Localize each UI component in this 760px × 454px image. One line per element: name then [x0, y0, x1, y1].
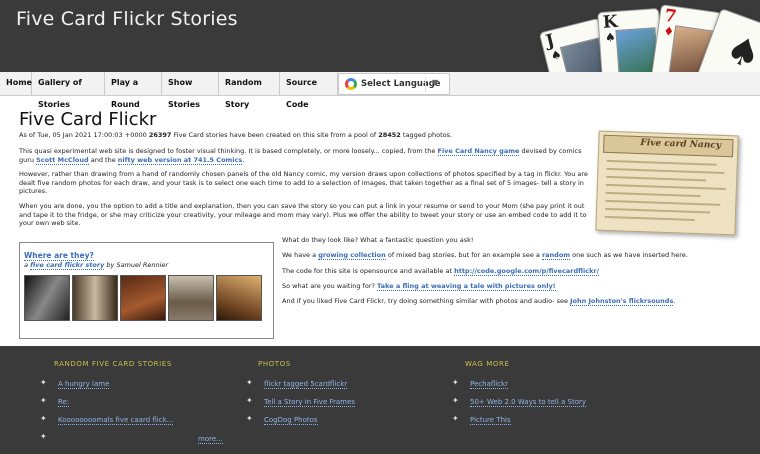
- language-label: Select Language: [361, 79, 441, 89]
- random-story-link[interactable]: random: [541, 251, 571, 260]
- footer-link-picture-this[interactable]: Picture This: [470, 416, 511, 425]
- site-title[interactable]: Five Card Flickr Stories: [16, 8, 238, 30]
- footer-link-re[interactable]: Re:: [58, 398, 70, 407]
- source-code-line: The code for this site is opensource and…: [282, 267, 599, 276]
- five-card-nancy-link[interactable]: Five Card Nancy game: [437, 147, 520, 156]
- take-a-fling-link[interactable]: Take a fling at weaving a tale with pict…: [377, 282, 556, 291]
- footer-heading-random-stories: RANDOM FIVE CARD STORIES: [54, 360, 172, 368]
- star-icon: ✦: [40, 378, 47, 387]
- collection-line: We have a growing collection of mixed ba…: [282, 251, 688, 260]
- growing-collection-link[interactable]: growing collection: [318, 251, 386, 260]
- footer-link-koooomals[interactable]: Koooooooomals five caard flick...: [58, 416, 174, 425]
- star-icon: ✦: [452, 378, 459, 387]
- flickrsounds-line: And if you liked Five Card Flickr, try d…: [282, 297, 676, 306]
- sample-story-box: Where are they? a five card flickr story…: [19, 242, 274, 339]
- google-code-link[interactable]: http://code.google.com/p/fivecardflickr/: [454, 267, 599, 276]
- star-icon: ✦: [40, 414, 47, 423]
- google-icon: [345, 78, 357, 90]
- stats-line: As of Tue, 05 Jan 2021 17:00:03 +0000 26…: [19, 131, 453, 139]
- story-byline: a five card flickr story by Samuel Renni…: [24, 261, 169, 270]
- footer-link-hungry-lame[interactable]: A hungry lame: [58, 380, 110, 389]
- question-line: What do they look like? What a fantastic…: [282, 236, 474, 244]
- footer-link-five-frames[interactable]: Tell a Story in Five Frames: [264, 398, 355, 407]
- page-title: Five Card Flickr: [19, 109, 157, 130]
- site-header: Five Card Flickr Stories J ♠ K ♠ 7 ♦ ♠: [0, 0, 760, 72]
- language-select[interactable]: Select Language ▼: [338, 73, 450, 95]
- footer-link-flickr-tagged[interactable]: flickr tagged 5cardflickr: [264, 380, 348, 389]
- footer-more-link[interactable]: more...: [198, 435, 223, 444]
- star-icon: ✦: [40, 396, 47, 405]
- story-photo-4[interactable]: [168, 275, 214, 321]
- story-photo-3[interactable]: [120, 275, 166, 321]
- nav-home[interactable]: Home: [0, 72, 32, 96]
- star-icon: ✦: [246, 414, 253, 423]
- nifty-web-version-link[interactable]: nifty web version at 741.5 Comics: [117, 155, 243, 165]
- comic-title: Five card Nancy: [640, 138, 722, 151]
- spade-icon: ♠: [719, 25, 760, 72]
- scott-mccloud-link[interactable]: Scott McCloud: [36, 155, 89, 165]
- story-photo-2[interactable]: [72, 275, 118, 321]
- story-photo-1[interactable]: [24, 275, 70, 321]
- photos-count: 28452: [378, 131, 401, 139]
- however-paragraph: However, rather than drawing from a hand…: [19, 170, 588, 195]
- waiting-line: So what are you waiting for? Take a flin…: [282, 282, 556, 291]
- footer-link-50-web-ways[interactable]: 50+ Web 2.0 Ways to tell a Story: [470, 398, 587, 407]
- nav-play-round[interactable]: Play a Round: [105, 72, 162, 109]
- star-icon: ✦: [246, 378, 253, 387]
- footer-heading-wag-more: WAG MORE: [465, 360, 510, 368]
- footer-link-cogdog-photos[interactable]: CogDog Photos: [264, 416, 318, 425]
- nav-random-story[interactable]: Random Story: [219, 72, 280, 109]
- five-card-nancy-image[interactable]: Five card Nancy: [595, 130, 739, 236]
- star-icon: ✦: [452, 414, 459, 423]
- story-title-link[interactable]: Where are they?: [24, 251, 94, 261]
- comic-banner: Five card Nancy: [603, 134, 734, 158]
- chevron-down-icon: ▼: [432, 78, 439, 87]
- when-done-paragraph: When you are done, you the option to add…: [19, 202, 587, 227]
- flickrsounds-link[interactable]: John Johnston's flickrsounds: [570, 297, 674, 306]
- nav-gallery[interactable]: Gallery of Stories: [32, 72, 105, 109]
- story-photo-5[interactable]: [216, 275, 262, 321]
- star-icon: ✦: [246, 396, 253, 405]
- spade-icon: ♠: [604, 30, 617, 45]
- nav-source-code[interactable]: Source Code: [280, 72, 338, 109]
- intro-paragraph: This quasi experimental web site is desi…: [19, 147, 582, 165]
- star-icon: ✦: [452, 396, 459, 405]
- nav-show-stories[interactable]: Show Stories: [162, 72, 219, 109]
- five-card-story-link[interactable]: five card flickr story: [30, 261, 105, 270]
- footer-link-pechaflickr[interactable]: Pechaflickr: [470, 380, 508, 389]
- divider: [425, 77, 426, 92]
- stories-count: 26397: [148, 131, 172, 139]
- footer-heading-photos: PHOTOS: [258, 360, 291, 368]
- star-icon: ✦: [40, 432, 47, 441]
